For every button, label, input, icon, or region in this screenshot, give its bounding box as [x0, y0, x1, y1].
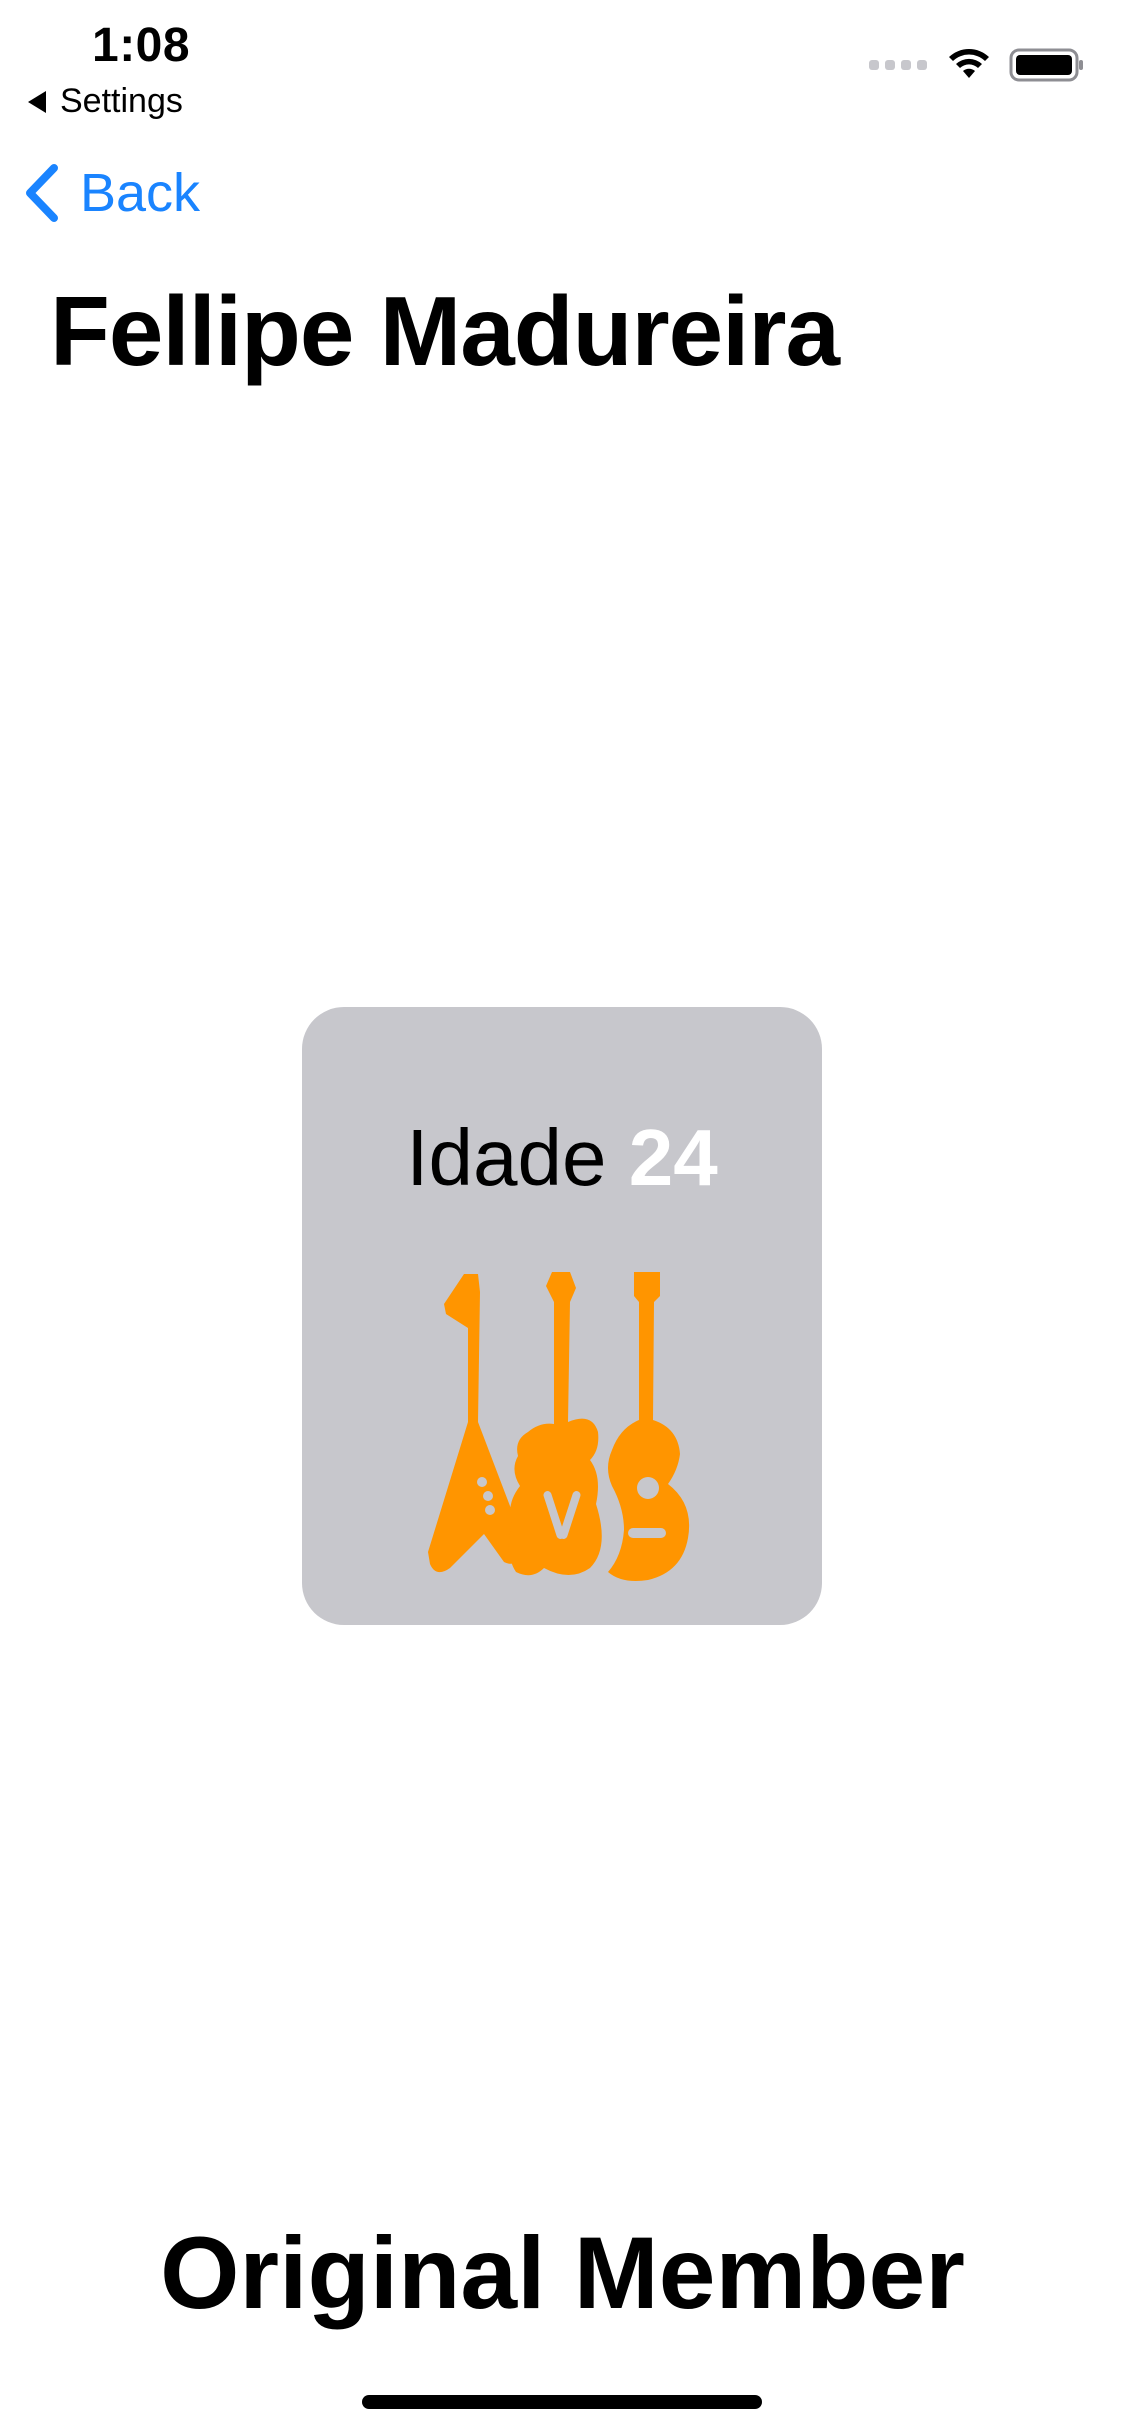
- back-button-label: Back: [80, 163, 201, 223]
- battery-icon: [1009, 48, 1083, 82]
- age-label: Idade: [406, 1113, 607, 1202]
- status-bar-time: 1:08: [92, 19, 191, 72]
- age-line: Idade 24: [302, 1112, 822, 1204]
- member-status-title: Original Member: [160, 2216, 965, 2330]
- guitars-icon: [428, 1272, 690, 1581]
- chevron-left-icon: [26, 164, 58, 222]
- return-to-app-label: Settings: [60, 82, 183, 120]
- signal-dots-icon: [869, 60, 927, 70]
- page-title: Fellipe Madureira: [50, 276, 840, 386]
- member-card: Idade 24: [302, 1007, 822, 1625]
- back-triangle-icon: [28, 90, 46, 113]
- return-to-app-link[interactable]: Settings: [28, 82, 183, 121]
- status-bar-indicators: [869, 48, 1085, 82]
- wifi-icon: [949, 49, 989, 78]
- back-button[interactable]: Back: [22, 162, 200, 224]
- age-value: 24: [628, 1113, 718, 1202]
- home-indicator[interactable]: [362, 2395, 762, 2409]
